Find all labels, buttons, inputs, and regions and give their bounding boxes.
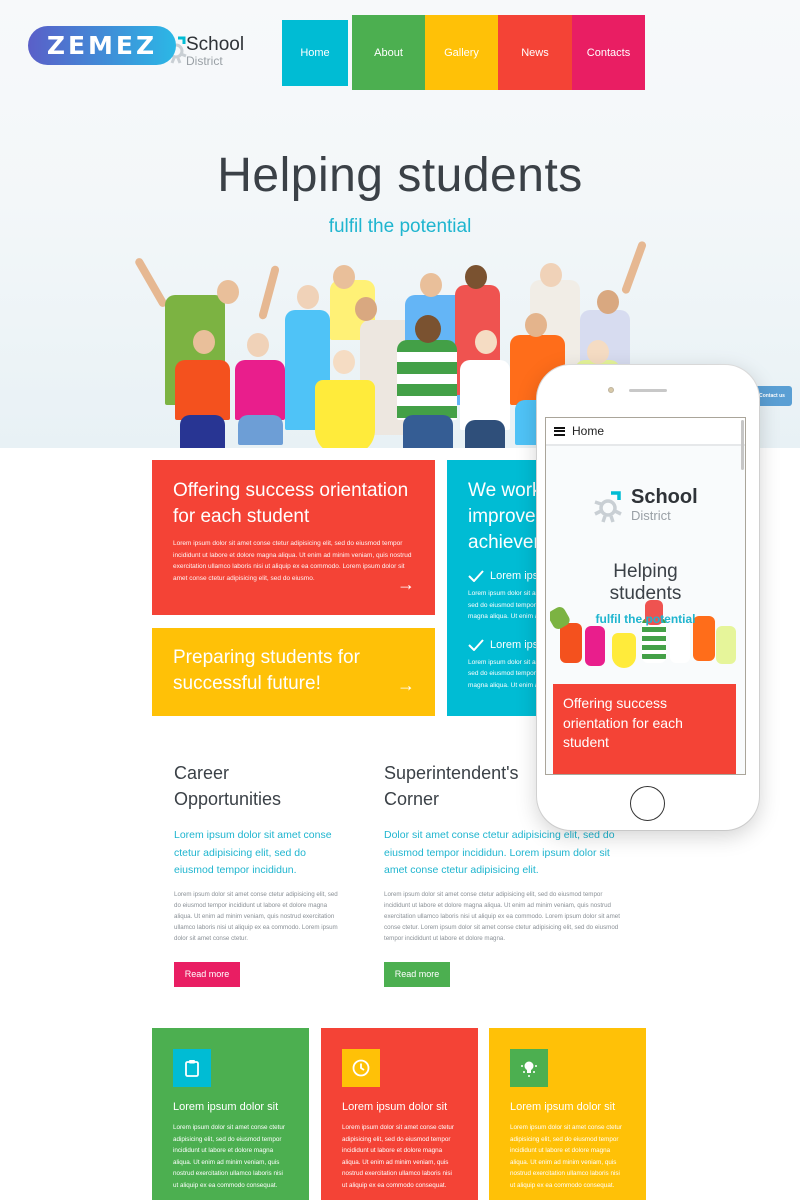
arrow-right-icon[interactable]: →	[397, 575, 415, 593]
phone-home-button[interactable]	[630, 786, 665, 821]
career-section: Career Opportunities Lorem ipsum dolor s…	[174, 760, 339, 987]
phone-logo: School District	[591, 486, 711, 526]
feature-tile: Lorem ipsum dolor sit Lorem ipsum dolor …	[321, 1028, 478, 1200]
site-logo[interactable]: ZEMEZ School District	[28, 26, 268, 71]
phone-logo-subtitle: District	[631, 508, 671, 523]
nav-gallery[interactable]: Gallery	[425, 15, 498, 90]
checkmark-icon	[468, 570, 484, 582]
clock-icon	[342, 1049, 380, 1087]
logo-subtitle: District	[186, 54, 223, 68]
tile-title: Lorem ipsum dolor sit	[173, 1101, 279, 1113]
zemez-badge: ZEMEZ	[28, 26, 176, 65]
phone-hero-image	[550, 598, 742, 668]
feature-tile: Lorem ipsum dolor sit Lorem ipsum dolor …	[152, 1028, 309, 1200]
lightbulb-icon	[510, 1049, 548, 1087]
phone-menu-bar[interactable]: Home	[546, 418, 745, 446]
hero-title: Helping students	[217, 149, 583, 202]
speaker-icon	[629, 389, 667, 392]
nav-contacts[interactable]: Contacts	[572, 15, 645, 90]
feature-tile: Lorem ipsum dolor sit Lorem ipsum dolor …	[489, 1028, 646, 1200]
clipboard-icon	[173, 1049, 211, 1087]
orientation-card[interactable]: Offering success orientation for each st…	[152, 460, 435, 615]
camera-icon	[608, 387, 614, 393]
future-card-title: Preparing students for successful future…	[173, 647, 360, 694]
hamburger-menu-icon[interactable]	[554, 426, 565, 436]
career-read-more-button[interactable]: Read more	[174, 961, 240, 987]
main-navigation: Home About Gallery News Contacts	[282, 15, 645, 91]
hero-subtitle: fulfil the potential	[328, 216, 472, 237]
tile-text: Lorem ipsum dolor sit amet conse ctetur …	[173, 1124, 285, 1189]
phone-menu-label: Home	[572, 424, 605, 438]
phone-orientation-card[interactable]: Offering success orientation for each st…	[553, 684, 736, 774]
orientation-card-text: Lorem ipsum dolor sit amet conse ctetur …	[173, 540, 412, 582]
nav-news[interactable]: News	[498, 15, 572, 90]
phone-hero-title: Helping students	[609, 561, 682, 604]
future-card[interactable]: Preparing students for successful future…	[152, 628, 435, 716]
nav-home[interactable]: Home	[282, 20, 348, 86]
tile-title: Lorem ipsum dolor sit	[342, 1101, 448, 1113]
superintendent-lead: Dolor sit amet conse ctetur adipisicing …	[384, 829, 615, 876]
phone-mockup: Home School District Helping students fu…	[537, 365, 759, 830]
arrow-right-icon[interactable]: →	[397, 676, 415, 694]
career-text: Lorem ipsum dolor sit amet conse ctetur …	[174, 890, 338, 943]
nav-about[interactable]: About	[352, 15, 425, 90]
superintendent-title: Superintendent's Corner	[384, 763, 519, 809]
superintendent-read-more-button[interactable]: Read more	[384, 961, 450, 987]
career-lead: Lorem ipsum dolor sit amet conse ctetur …	[174, 829, 332, 876]
tile-title: Lorem ipsum dolor sit	[510, 1101, 616, 1113]
tile-text: Lorem ipsum dolor sit amet conse ctetur …	[510, 1124, 622, 1189]
tile-text: Lorem ipsum dolor sit amet conse ctetur …	[342, 1124, 454, 1189]
gear-logo-icon	[594, 491, 622, 523]
superintendent-text: Lorem ipsum dolor sit amet conse ctetur …	[384, 890, 620, 943]
orientation-card-title: Offering success orientation for each st…	[173, 480, 409, 527]
phone-hero-subtitle: fulfil the potential	[595, 612, 696, 626]
checkmark-icon	[468, 638, 484, 651]
phone-logo-title: School	[631, 486, 698, 508]
phone-screen: Home School District Helping students fu…	[545, 417, 746, 775]
career-title: Career Opportunities	[174, 763, 282, 809]
logo-title: School	[186, 34, 245, 55]
phone-scrollbar[interactable]	[741, 420, 744, 470]
